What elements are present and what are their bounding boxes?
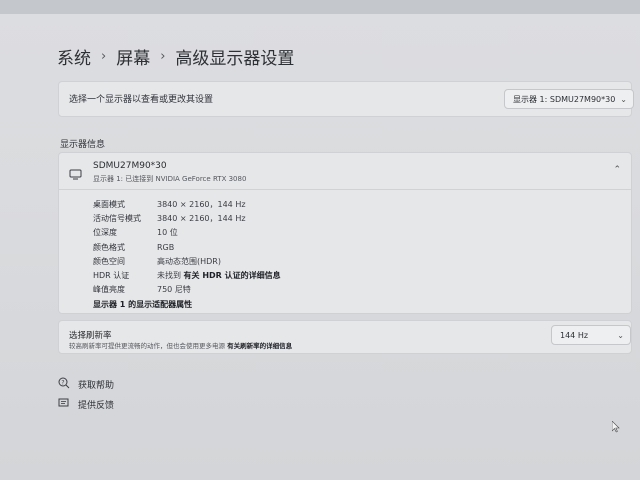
info-key: 位深度: [93, 228, 117, 238]
info-row: 颜色空间 高动态范围(HDR): [93, 254, 281, 268]
settings-window: 系统 › 屏幕 › 高级显示器设置 选择一个显示器以查看或更改其设置 显示器 1…: [0, 0, 640, 480]
display-subtitle: 显示器 1: 已连接到 NVIDIA GeForce RTX 3080: [93, 175, 247, 183]
display-info-rows: 桌面模式 3840 × 2160，144 Hz 活动信号模式 3840 × 21…: [93, 197, 281, 297]
feedback-label: 提供反馈: [78, 401, 115, 411]
hdr-status: 未找到: [157, 271, 181, 281]
info-key: 活动信号模式: [93, 213, 141, 223]
info-value: 10 位: [157, 228, 178, 238]
info-key: 峰值亮度: [93, 285, 125, 295]
help-icon: ?: [58, 377, 70, 392]
info-key: HDR 认证: [93, 271, 130, 281]
breadcrumb-system[interactable]: 系统: [57, 44, 91, 69]
breadcrumb-screen[interactable]: 屏幕: [116, 44, 150, 69]
info-row: HDR 认证 未找到 有关 HDR 认证的详细信息: [93, 268, 281, 282]
get-help-label: 获取帮助: [78, 381, 115, 391]
chevron-down-icon: ⌄: [620, 94, 627, 104]
refresh-rate-link[interactable]: 有关刷新率的详细信息: [227, 342, 292, 350]
hdr-cert-link[interactable]: 有关 HDR 认证的详细信息: [184, 271, 281, 280]
info-value: RGB: [157, 242, 175, 252]
select-display-card: 选择一个显示器以查看或更改其设置 显示器 1: SDMU27M90*30 ⌄: [58, 81, 634, 117]
info-row: 峰值亮度 750 尼特: [93, 283, 281, 297]
info-value: 高动态范围(HDR): [157, 256, 221, 266]
refresh-rate-description: 较高刷新率可提供更流畅的动作，但也会使用更多电源 有关刷新率的详细信息: [69, 340, 292, 350]
breadcrumb-separator: ›: [101, 49, 107, 64]
info-row: 位深度 10 位: [93, 226, 281, 240]
monitor-icon: [69, 165, 82, 184]
breadcrumb: 系统 › 屏幕 › 高级显示器设置: [57, 44, 294, 69]
info-value: 3840 × 2160，144 Hz: [157, 199, 246, 209]
info-key: 颜色格式: [93, 242, 125, 252]
feedback-icon: [58, 397, 70, 412]
feedback-link[interactable]: 提供反馈: [58, 397, 114, 412]
info-row: 桌面模式 3840 × 2160，144 Hz: [93, 197, 281, 211]
refresh-rate-card: 选择刷新率 较高刷新率可提供更流畅的动作，但也会使用更多电源 有关刷新率的详细信…: [58, 320, 632, 354]
mouse-cursor-icon: [612, 421, 620, 433]
select-display-label: 选择一个显示器以查看或更改其设置: [69, 95, 214, 105]
info-value: 3840 × 2160，144 Hz: [157, 213, 246, 223]
breadcrumb-separator: ›: [160, 49, 166, 64]
display-info-card: SDMU27M90*30 显示器 1: 已连接到 NVIDIA GeForce …: [58, 152, 632, 314]
info-row: 颜色格式 RGB: [93, 240, 281, 254]
display-info-section-title: 显示器信息: [60, 140, 106, 150]
info-value: 未找到 有关 HDR 认证的详细信息: [157, 270, 281, 281]
adapter-properties-link[interactable]: 显示器 1 的显示适配器属性: [93, 299, 192, 310]
refresh-rate-value: 144 Hz: [560, 330, 589, 340]
display-select-dropdown[interactable]: 显示器 1: SDMU27M90*30 ⌄: [504, 89, 634, 109]
info-key: 桌面模式: [93, 199, 125, 209]
display-name: SDMU27M90*30: [93, 161, 167, 171]
chevron-up-icon[interactable]: ⌃: [613, 165, 621, 175]
page-title: 高级显示器设置: [175, 49, 295, 69]
refresh-desc-text: 较高刷新率可提供更流畅的动作，但也会使用更多电源: [69, 342, 225, 350]
svg-text:?: ?: [61, 380, 64, 387]
refresh-rate-dropdown[interactable]: 144 Hz ⌄: [551, 325, 631, 345]
info-value: 750 尼特: [157, 285, 191, 295]
info-row: 活动信号模式 3840 × 2160，144 Hz: [93, 211, 281, 225]
chevron-down-icon: ⌄: [617, 330, 624, 340]
display-select-value: 显示器 1: SDMU27M90*30: [513, 94, 616, 104]
get-help-link[interactable]: ? 获取帮助: [58, 377, 114, 392]
window-top-band: [0, 0, 640, 14]
info-key: 颜色空间: [93, 256, 125, 266]
display-info-header[interactable]: SDMU27M90*30 显示器 1: 已连接到 NVIDIA GeForce …: [59, 153, 631, 190]
